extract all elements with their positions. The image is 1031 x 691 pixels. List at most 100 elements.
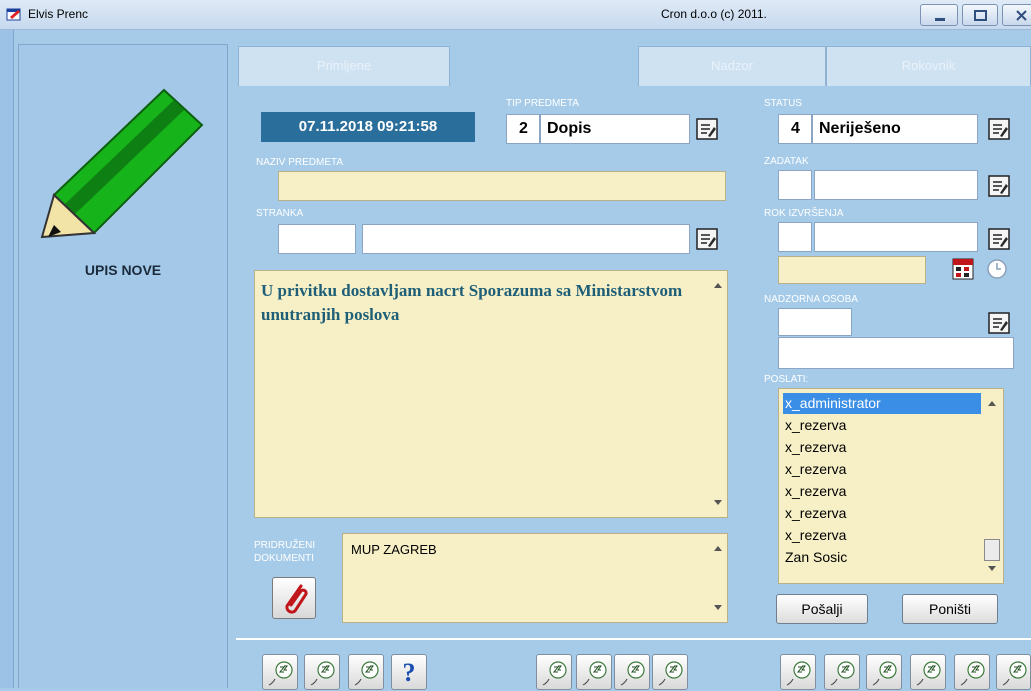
pridruzeni-value: MUP ZAGREB [351, 542, 437, 557]
sleep-icon [620, 661, 645, 686]
body-textarea[interactable]: U privitku dostavljam nacrt Sporazuma sa… [254, 270, 728, 518]
sleep-button[interactable] [304, 654, 340, 690]
sleep-icon [1002, 661, 1027, 686]
status-value[interactable]: Neriješeno [812, 114, 978, 144]
maximize-button[interactable] [962, 4, 998, 26]
status-label: STATUS [764, 98, 802, 109]
scroll-up-icon[interactable] [714, 546, 722, 551]
rok-izvrsenja-label: ROK IZVRŠENJA [764, 208, 844, 219]
title-bar: Elvis Prenc Cron d.o.o (c) 2011. [0, 0, 1031, 30]
pridruzeni-label-1: PRIDRUŽENI [254, 540, 316, 551]
list-item[interactable]: x_rezerva [783, 415, 981, 436]
sleep-button[interactable] [262, 654, 298, 690]
nadzorna-input[interactable] [778, 337, 1014, 369]
calendar-icon[interactable] [952, 258, 974, 280]
nadzorna-osoba-label: NADZORNA OSOBA [764, 294, 858, 305]
body-text: U privitku dostavljam nacrt Sporazuma sa… [261, 281, 683, 324]
stranka-input[interactable] [362, 224, 690, 254]
zadatak-input[interactable] [814, 170, 978, 200]
list-item[interactable]: x_administrator [783, 393, 981, 414]
sleep-button[interactable] [780, 654, 816, 690]
sleep-icon [268, 661, 293, 686]
zadatak-edit-icon[interactable] [988, 175, 1010, 197]
dokumenti-scrollbar[interactable] [709, 534, 727, 622]
minimize-icon [935, 18, 945, 21]
tab-rokovnik[interactable]: Rokovnik [826, 46, 1031, 86]
tip-predmeta-value[interactable]: Dopis [540, 114, 690, 144]
scroll-down-icon[interactable] [714, 500, 722, 505]
pridruzeni-label-2: DOKUMENTI [254, 553, 314, 564]
bottom-separator [236, 638, 1031, 640]
sleep-icon [830, 661, 855, 686]
app-icon [6, 8, 21, 21]
list-item[interactable]: x_rezerva [783, 503, 981, 524]
tip-predmeta-label: TIP PREDMETA [506, 98, 579, 109]
rok-edit-icon[interactable] [988, 228, 1010, 250]
stranka-label: STRANKA [256, 208, 304, 219]
sleep-button[interactable] [996, 654, 1031, 690]
sleep-icon [542, 661, 567, 686]
close-button[interactable] [1002, 4, 1031, 26]
sleep-button[interactable] [866, 654, 902, 690]
pridruzeni-dokumenti-box[interactable]: MUP ZAGREB [342, 533, 728, 623]
sleep-button[interactable] [954, 654, 990, 690]
zadatak-code[interactable] [778, 170, 812, 200]
list-item[interactable]: x_rezerva [783, 437, 981, 458]
list-item[interactable]: x_rezerva [783, 459, 981, 480]
help-button[interactable]: ? [391, 654, 427, 690]
naziv-predmeta-label: NAZIV PREDMETA [256, 157, 344, 168]
tip-predmeta-edit-icon[interactable] [696, 118, 718, 140]
rok-input[interactable] [814, 222, 978, 252]
zadatak-label: ZADATAK [764, 156, 809, 167]
tab-nadzor[interactable]: Nadzor [638, 46, 826, 86]
list-item[interactable]: Zan Sosic [783, 547, 981, 568]
sleep-button[interactable] [576, 654, 612, 690]
nadzorna-edit-icon[interactable] [988, 312, 1010, 334]
scroll-up-icon[interactable] [988, 401, 996, 406]
body-scrollbar[interactable] [709, 271, 727, 517]
nadzorna-code[interactable] [778, 308, 852, 336]
sleep-button[interactable] [824, 654, 860, 690]
tip-predmeta-code[interactable]: 2 [506, 114, 540, 144]
sleep-button[interactable] [348, 654, 384, 690]
clock-icon[interactable] [986, 258, 1008, 280]
paperclip-icon [285, 584, 308, 614]
poslati-listbox[interactable]: x_administrator x_rezerva x_rezerva x_re… [778, 388, 1004, 584]
poslati-label: POSLATI: [764, 374, 809, 385]
sleep-button[interactable] [536, 654, 572, 690]
scroll-down-icon[interactable] [714, 605, 722, 610]
datetime-display: 07.11.2018 09:21:58 [261, 112, 475, 142]
scroll-down-icon[interactable] [988, 566, 996, 571]
sleep-button[interactable] [910, 654, 946, 690]
list-item[interactable]: x_rezerva [783, 481, 981, 502]
stranka-code[interactable] [278, 224, 356, 254]
minimize-button[interactable] [920, 4, 958, 26]
send-button[interactable]: Pošalji [776, 594, 868, 624]
sleep-icon [658, 661, 683, 686]
sleep-icon [310, 661, 335, 686]
scroll-up-icon[interactable] [714, 283, 722, 288]
mode-label: UPIS NOVE [84, 262, 162, 278]
sleep-icon [582, 661, 607, 686]
cancel-button[interactable]: Poništi [902, 594, 998, 624]
pencil-icon [40, 88, 204, 239]
poslati-scrollbar[interactable] [981, 389, 1003, 583]
list-item[interactable]: x_rezerva [783, 525, 981, 546]
sleep-icon [354, 661, 379, 686]
tab-upis[interactable] [450, 46, 638, 86]
sleep-icon [916, 661, 941, 686]
stranka-edit-icon[interactable] [696, 228, 718, 250]
rok-date-input[interactable] [778, 256, 926, 284]
tab-primljene[interactable]: Primljene [238, 46, 450, 86]
status-edit-icon[interactable] [988, 118, 1010, 140]
rok-code[interactable] [778, 222, 812, 252]
sleep-icon [960, 661, 985, 686]
status-code[interactable]: 4 [778, 114, 812, 144]
sleep-button[interactable] [614, 654, 650, 690]
scroll-thumb[interactable] [984, 539, 1000, 561]
sleep-button[interactable] [652, 654, 688, 690]
maximize-icon [974, 10, 987, 21]
close-icon [1016, 10, 1027, 21]
attach-button[interactable] [272, 577, 316, 619]
naziv-predmeta-input[interactable] [278, 171, 726, 201]
